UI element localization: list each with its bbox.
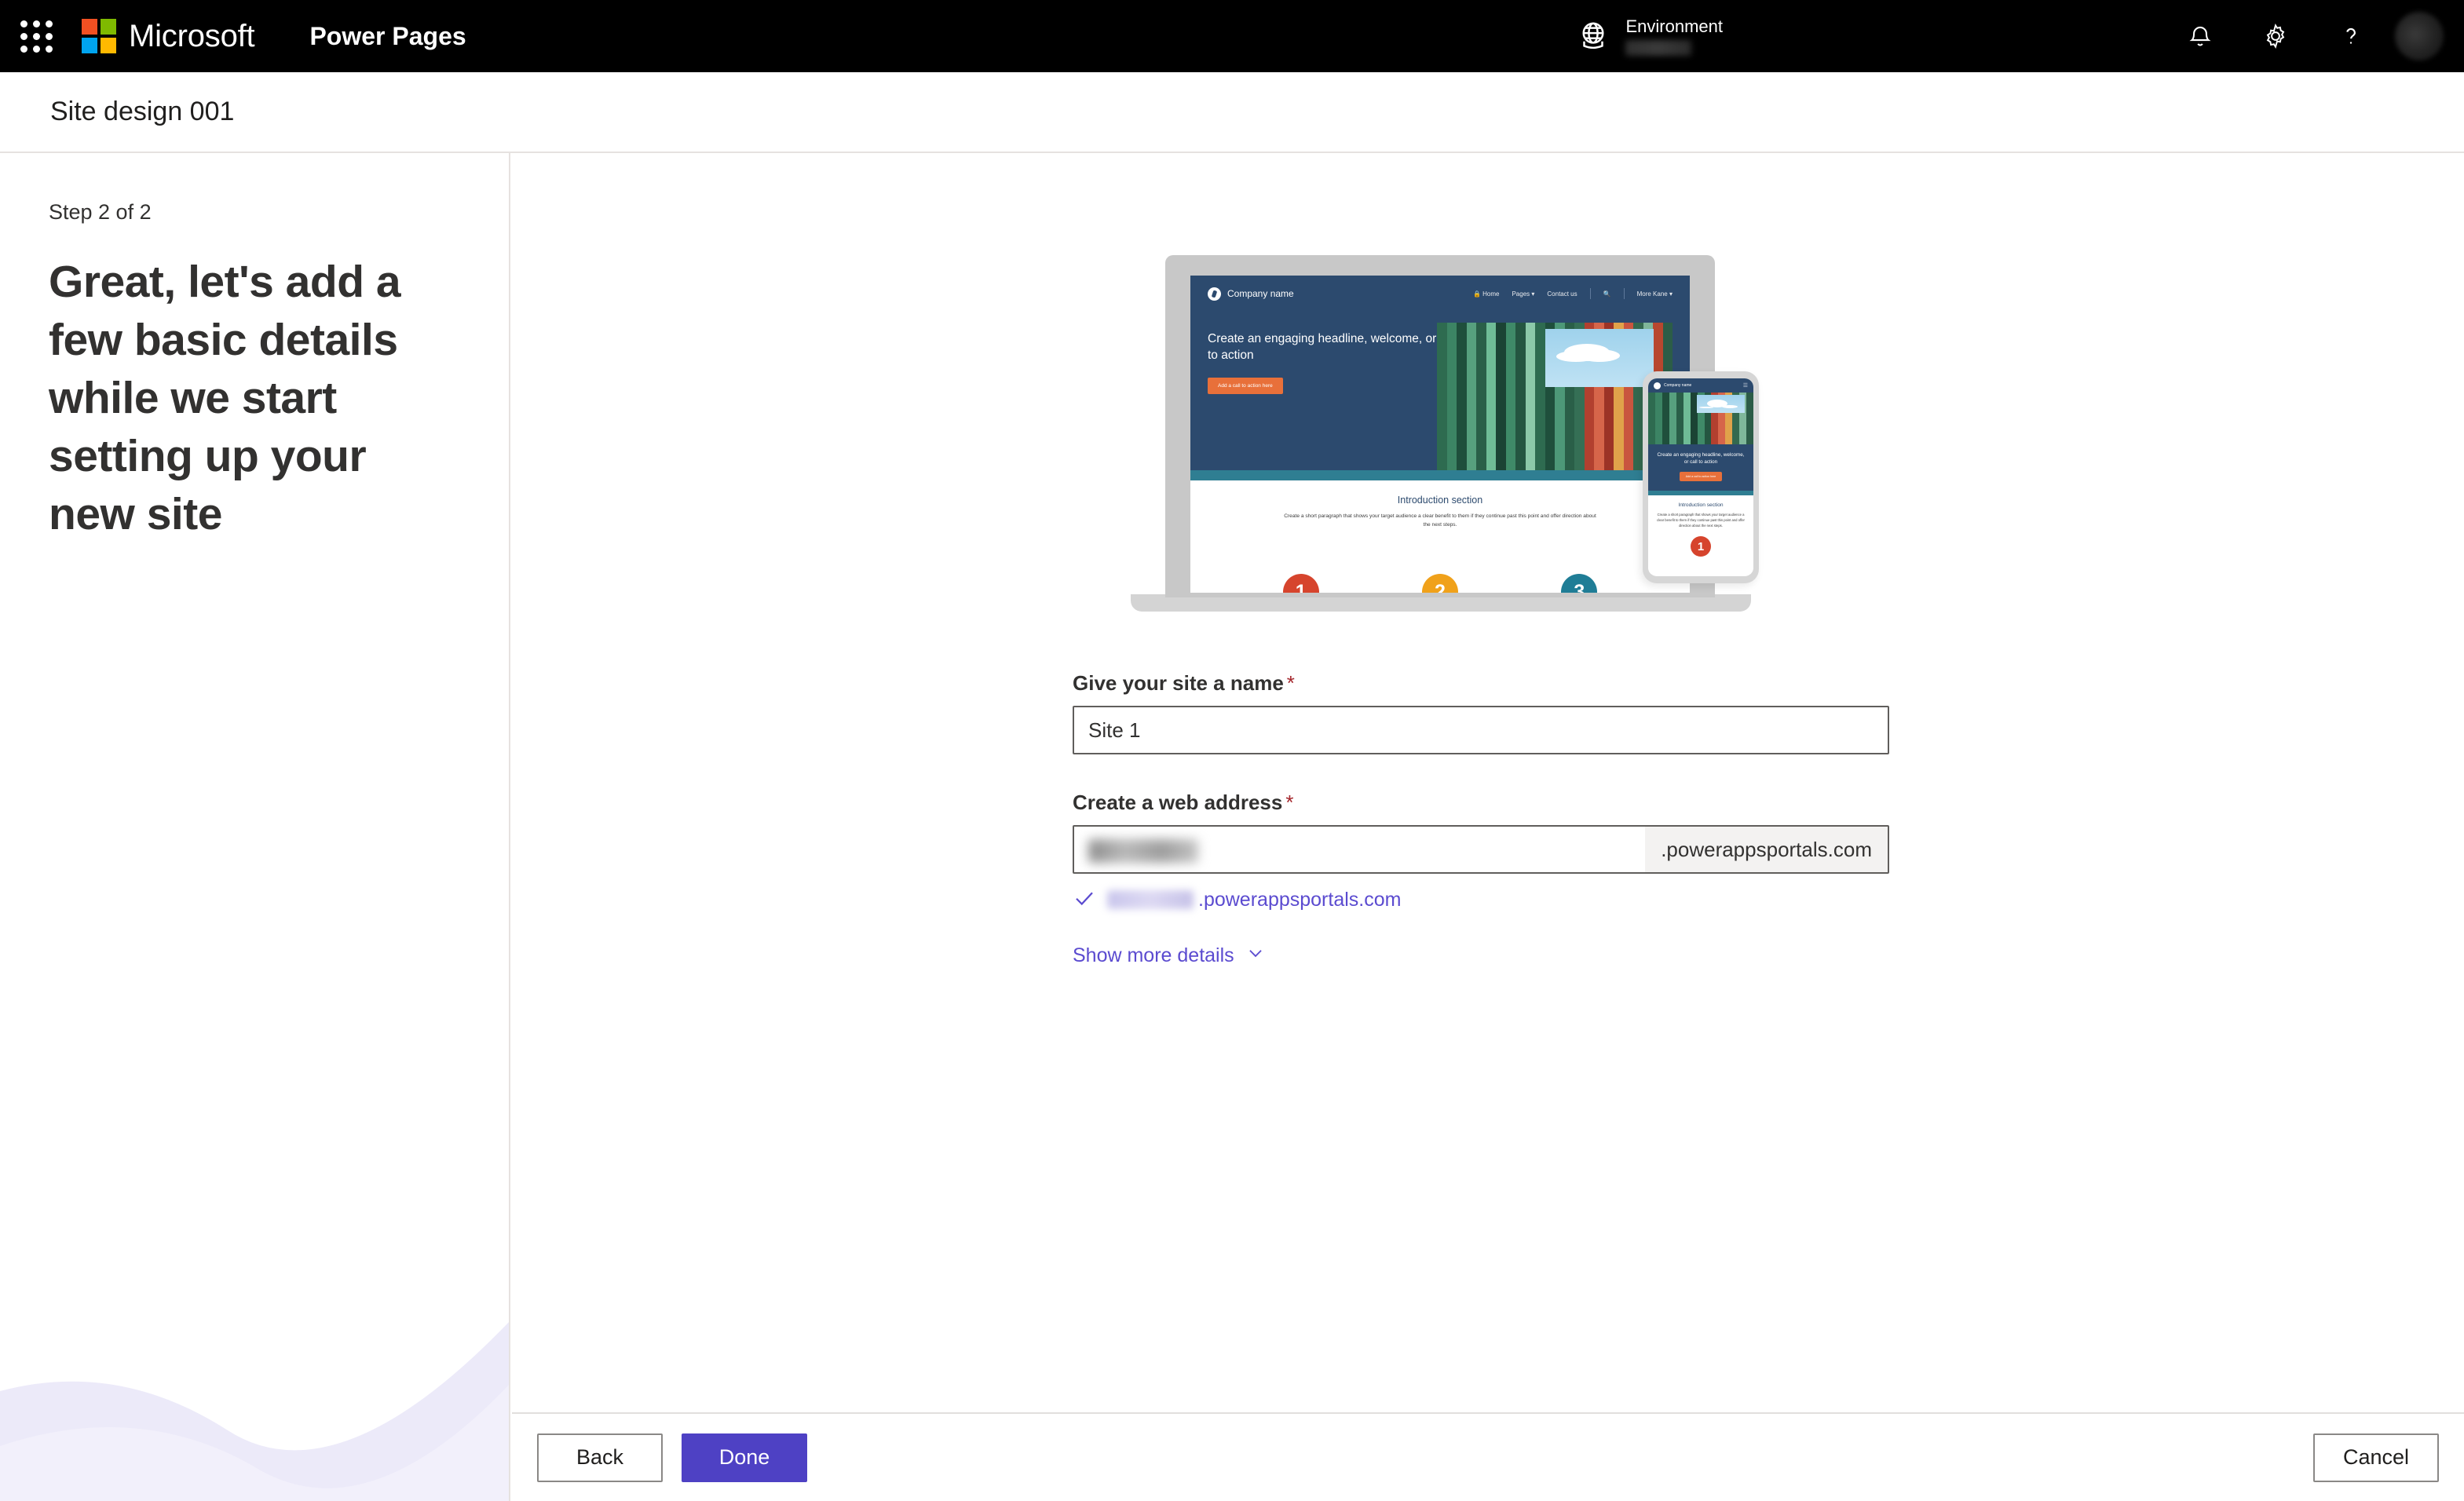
footer-left-actions: Back Done [537, 1433, 807, 1482]
cloud [1564, 343, 1610, 361]
web-address-row: .powerappsportals.com [1073, 825, 1889, 874]
globe-icon [1575, 18, 1611, 54]
preview-hero-cta-button: Add a call to action here [1208, 378, 1283, 394]
decorative-waves [0, 1322, 509, 1501]
site-name-input[interactable] [1073, 706, 1889, 754]
suite-bar-actions: Environment [1575, 0, 2464, 72]
url-preview-suffix: .powerappsportals.com [1198, 888, 1402, 911]
preview-site-nav: Company name 🔒 Home Pages ▾ Contact us 🔍 … [1190, 276, 1690, 312]
preview-step-circles: 1 2 3 [1190, 574, 1690, 593]
environment-value-redacted [1625, 40, 1692, 56]
chevron-down-icon: ▾ [1531, 290, 1535, 298]
page-title-bar: Site design 001 [0, 72, 2464, 153]
phone-intro-copy: Create a short paragraph that shows your… [1657, 513, 1745, 528]
phone-hero-image [1648, 393, 1753, 444]
preview-brand: Company name [1208, 287, 1294, 301]
bell-icon [2185, 21, 2215, 51]
preview-nav-contact: Contact us [1547, 290, 1577, 298]
preview-teal-band [1190, 470, 1690, 480]
avatar[interactable] [2395, 12, 2444, 60]
search-icon: 🔍 [1603, 290, 1611, 298]
site-name-label: Give your site a name * [1073, 671, 1889, 696]
gear-icon [2261, 21, 2290, 51]
phone-hero-text: Create an engaging headline, welcome, or… [1648, 444, 1753, 491]
site-design-preview: Company name 🔒 Home Pages ▾ Contact us 🔍 … [1131, 255, 1759, 624]
preview-intro-section: Introduction section Create a short para… [1190, 480, 1690, 593]
check-icon [1073, 886, 1096, 914]
chevron-down-icon-2: ▾ [1669, 290, 1673, 298]
web-address-label-text: Create a web address [1073, 791, 1283, 814]
preview-circle-1: 1 [1282, 574, 1319, 593]
web-address-value-redacted [1088, 839, 1198, 863]
phone-circle-1: 1 [1691, 536, 1711, 557]
help-button[interactable] [2313, 0, 2389, 72]
done-button[interactable]: Done [682, 1433, 807, 1482]
page-title: Site design 001 [50, 97, 235, 126]
nav-divider [1589, 288, 1591, 299]
environment-picker[interactable]: Environment [1575, 0, 1723, 72]
preview-hero-image [1437, 323, 1673, 470]
show-more-details-link[interactable]: Show more details [1073, 943, 1266, 969]
phone-screen: Company name ☰ Create an engaging headli… [1648, 378, 1753, 576]
preview-circle-2: 2 [1421, 574, 1458, 593]
microsoft-brand-label: Microsoft [129, 18, 255, 53]
hamburger-menu-icon: ☰ [1742, 383, 1748, 389]
site-name-required-asterisk: * [1286, 671, 1295, 695]
laptop-mockup: Company name 🔒 Home Pages ▾ Contact us 🔍 … [1165, 255, 1715, 597]
step-indicator: Step 2 of 2 [49, 200, 152, 224]
waffle-icon [20, 20, 53, 53]
question-mark-icon [2336, 21, 2366, 51]
preview-brand-name: Company name [1227, 288, 1294, 299]
phone-brand-name: Company name [1664, 383, 1692, 388]
chevron-down-icon [1245, 943, 1266, 969]
form-spacer [1073, 754, 1889, 791]
web-address-validation: .powerappsportals.com [1073, 886, 1889, 913]
web-address-label: Create a web address * [1073, 791, 1889, 815]
settings-button[interactable] [2238, 0, 2313, 72]
phone-nav: Company name ☰ [1648, 378, 1753, 393]
wizard-heading: Great, let's add a few basic details whi… [49, 257, 401, 539]
phone-hero-headline: Create an engaging headline, welcome, or… [1657, 452, 1745, 465]
back-button[interactable]: Back [537, 1433, 663, 1482]
preview-logo-icon [1208, 287, 1221, 301]
web-address-suffix: .powerappsportals.com [1645, 827, 1888, 872]
cancel-button[interactable]: Cancel [2313, 1433, 2439, 1482]
preview-intro-title: Introduction section [1397, 495, 1483, 506]
web-address-required-asterisk: * [1285, 791, 1294, 814]
preview-nav-links: 🔒 Home Pages ▾ Contact us 🔍 More Kane ▾ [1473, 288, 1673, 299]
show-more-details-label: Show more details [1073, 944, 1234, 966]
microsoft-logo-icon [82, 19, 116, 53]
preview-hero-headline: Create an engaging headline, welcome, or… [1208, 332, 1458, 362]
preview-hero-text: Create an engaging headline, welcome, or… [1208, 312, 1459, 394]
lock-icon: 🔒 [1473, 290, 1482, 298]
nav-divider-2 [1623, 288, 1625, 299]
suite-bar: Microsoft Power Pages Environment [0, 0, 2464, 72]
app-launcher-button[interactable] [0, 0, 72, 72]
wizard-right-pane: Company name 🔒 Home Pages ▾ Contact us 🔍 … [512, 153, 2464, 1412]
preview-circle-3: 3 [1561, 574, 1598, 593]
phone-intro-title: Introduction section [1678, 502, 1724, 508]
preview-nav-home: 🔒 Home [1473, 290, 1500, 298]
wizard-left-pane: Step 2 of 2 Great, let's add a few basic… [0, 153, 510, 1501]
preview-intro-copy: Create a short paragraph that shows your… [1284, 513, 1596, 528]
preview-hero-section: Company name 🔒 Home Pages ▾ Contact us 🔍 … [1190, 276, 1690, 470]
footer-right-actions: Cancel [2313, 1433, 2439, 1482]
notifications-button[interactable] [2162, 0, 2238, 72]
app-name-label[interactable]: Power Pages [309, 22, 466, 51]
site-details-form: Give your site a name* Create a web addr… [1073, 671, 1889, 969]
laptop-screen: Company name 🔒 Home Pages ▾ Contact us 🔍 … [1190, 276, 1690, 593]
microsoft-logo-link[interactable]: Microsoft [82, 18, 255, 54]
phone-hero-cta-button: Add a call to action here [1679, 472, 1723, 481]
phone-intro-section: Introduction section Create a short para… [1648, 495, 1753, 574]
phone-logo-icon [1654, 382, 1661, 389]
url-subdomain-redacted [1107, 890, 1194, 909]
wizard-footer: Back Done Cancel [512, 1412, 2464, 1501]
preview-nav-account: More Kane ▾ [1636, 290, 1673, 298]
phone-mockup: Company name ☰ Create an engaging headli… [1643, 371, 1759, 583]
site-name-label-text: Give your site a name [1073, 671, 1284, 695]
preview-nav-pages: Pages ▾ [1512, 290, 1535, 298]
environment-label: Environment [1625, 16, 1723, 36]
